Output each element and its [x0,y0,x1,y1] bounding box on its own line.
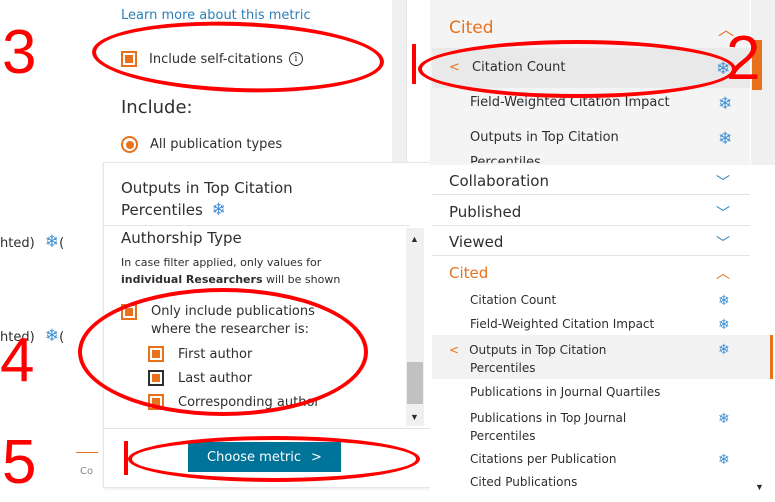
section-collaboration[interactable]: Collaboration [449,172,549,190]
left-row-1-text: hted) [0,236,35,251]
citations-per-pub-item[interactable]: Citations per Publication [470,452,616,466]
annotation-number-4: 4 [0,326,35,395]
top-journal-line2: Percentiles [470,429,536,443]
panel-heading-line2: Percentiles ❄ [121,199,293,221]
citation-count-item[interactable]: Citation Count [470,293,556,307]
snowball-icon[interactable]: ❄ [718,130,732,147]
scroll-thumb[interactable] [407,362,423,404]
snowball-icon[interactable]: ❄ [45,232,59,252]
panel-heading-line1: Outputs in Top Citation [121,179,293,197]
note-bold: individual Researchers [121,273,263,286]
authorship-note: In case filter applied, only values for … [121,254,406,288]
outputs-top-line2: Percentiles [470,361,536,375]
left-row-1: hted) ❄( [0,232,65,252]
chevron-left-icon: < [449,343,460,357]
section-viewed[interactable]: Viewed [449,233,503,251]
outputs-top-citation-item[interactable]: < Outputs in Top Citation Percentiles [449,341,606,377]
scroll-up-icon[interactable]: ▲ [410,234,419,244]
cited-publications-item[interactable]: Cited Publications [470,475,577,489]
top-outputs-item[interactable]: Outputs in Top Citation [470,130,619,145]
all-types-label: All publication types [150,137,283,152]
chevron-down-icon[interactable]: ﹀ [716,233,730,253]
snowball-icon[interactable]: ❄ [718,292,730,309]
divider [432,255,750,256]
note-line-2: individual Researchers will be shown [121,271,406,288]
snowball-icon[interactable]: ❄ [718,451,730,468]
annotation-ellipse-5 [128,436,420,482]
divider [104,428,432,429]
top-outputs-cut-item: Percentiles [470,156,541,163]
note-rest: will be shown [262,273,341,286]
snowball-icon[interactable]: ❄ [45,326,59,346]
chevron-up-icon[interactable]: ︿ [716,263,730,283]
divider [104,225,410,226]
divider [432,225,750,226]
section-published[interactable]: Published [449,203,521,221]
divider [432,194,750,195]
chevron-down-icon[interactable]: ﹀ [716,203,730,223]
annotation-ellipse-4 [78,288,368,416]
chevron-down-icon[interactable]: ﹀ [716,172,730,192]
authorship-heading: Authorship Type [121,229,242,247]
scroll-down-icon[interactable]: ▼ [755,482,764,492]
selection-marker [770,335,773,379]
journal-quartiles-item[interactable]: Publications in Journal Quartiles [470,385,660,399]
note-line-1: In case filter applied, only values for [121,256,322,269]
snowball-icon[interactable]: ❄ [212,200,226,220]
all-types-option[interactable]: All publication types [121,136,282,153]
include-heading: Include: [121,97,193,118]
annotation-ellipse-2 [418,40,736,98]
orange-tick [76,452,98,453]
annotation-number-2: 2 [726,24,761,93]
all-types-radio[interactable] [121,136,138,153]
scroll-down-icon[interactable]: ▼ [410,412,419,422]
snowball-icon[interactable]: ❄ [718,316,730,333]
top-journal-item[interactable]: Publications in Top Journal Percentiles [470,409,626,445]
panel-heading: Outputs in Top Citation Percentiles ❄ [121,177,293,221]
snowball-icon[interactable]: ❄ [718,410,730,427]
snowball-icon[interactable]: ❄ [718,341,730,358]
scrollbar[interactable] [392,0,406,165]
outputs-top-line1: Outputs in Top Citation [469,343,607,357]
snowball-icon[interactable]: ❄ [718,95,732,112]
outputs-top-line1-row: < Outputs in Top Citation [449,341,606,359]
left-partial-text: Co [80,466,94,477]
section-cited-top[interactable]: Cited [449,18,494,38]
annotation-number-5: 5 [2,428,37,497]
top-journal-line1: Publications in Top Journal [470,411,627,425]
annotation-number-3: 3 [2,18,37,87]
annotation-bar-2 [412,44,416,84]
panel-heading-line2-text: Percentiles [121,201,203,219]
section-cited[interactable]: Cited [449,264,488,282]
fwci-item[interactable]: Field-Weighted Citation Impact [470,317,654,331]
